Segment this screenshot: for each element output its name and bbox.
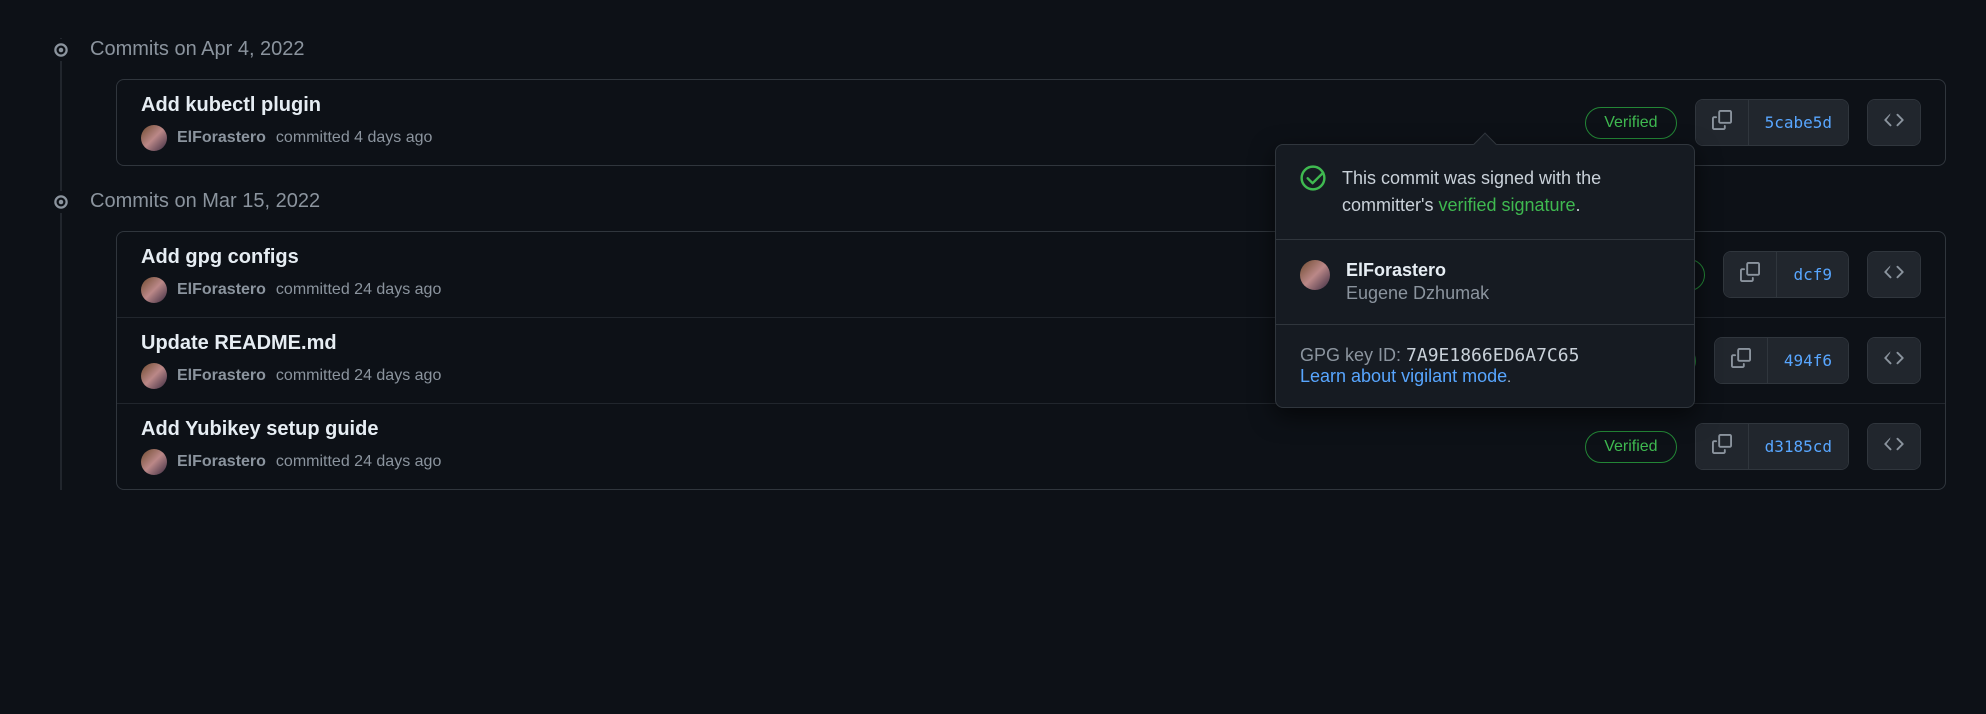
signer-fullname: Eugene Dzhumak [1346, 283, 1489, 304]
commit-time: committed 24 days ago [276, 367, 441, 385]
date-header-text: Commits on Mar 15, 2022 [90, 190, 320, 213]
commit-timeline: Commits on Apr 4, 2022 Add kubectl plugi… [40, 38, 1946, 490]
avatar[interactable] [1300, 260, 1330, 290]
commit-date-header: Commits on Apr 4, 2022 [40, 38, 1946, 61]
commit-row: Add Yubikey setup guide ElForastero comm… [117, 404, 1945, 489]
popover-signer-section: ElForastero Eugene Dzhumak [1276, 240, 1694, 325]
verified-badge[interactable]: Verified [1585, 431, 1676, 463]
commit-byline: ElForastero committed 24 days ago [141, 277, 441, 303]
avatar[interactable] [141, 449, 167, 475]
browse-button-group [1867, 99, 1921, 146]
timeline-line [60, 38, 62, 490]
verified-signature-link[interactable]: verified signature [1438, 195, 1575, 215]
code-icon [1884, 434, 1904, 459]
verified-popover: This commit was signed with the committe… [1275, 144, 1695, 408]
commit-title-link[interactable]: Update README.md [141, 332, 441, 355]
commit-title-link[interactable]: Add Yubikey setup guide [141, 418, 441, 441]
commit-sha-link[interactable]: dcf9 [1776, 252, 1848, 297]
commit-time: committed 4 days ago [276, 129, 433, 147]
code-icon [1884, 110, 1904, 135]
copy-sha-button[interactable] [1715, 338, 1767, 383]
avatar[interactable] [141, 125, 167, 151]
commit-byline: ElForastero committed 24 days ago [141, 363, 441, 389]
avatar[interactable] [141, 277, 167, 303]
commit-sha-link[interactable]: 5cabe5d [1748, 100, 1848, 145]
code-icon [1884, 348, 1904, 373]
commit-title-link[interactable]: Add kubectl plugin [141, 94, 432, 117]
code-icon [1884, 262, 1904, 287]
commit-time: committed 24 days ago [276, 453, 441, 471]
vigilant-mode-link[interactable]: Learn about vigilant mode [1300, 366, 1507, 386]
sha-button-group: 5cabe5d [1695, 99, 1849, 146]
author-link[interactable]: ElForastero [177, 129, 266, 147]
commit-sha-link[interactable]: 494f6 [1767, 338, 1848, 383]
copy-sha-button[interactable] [1696, 424, 1748, 469]
gpg-line: GPG key ID: 7A9E1866ED6A7C65 [1300, 345, 1670, 366]
commit-byline: ElForastero committed 4 days ago [141, 125, 432, 151]
avatar[interactable] [141, 363, 167, 389]
commit-info: Add gpg configs ElForastero committed 24… [141, 246, 441, 303]
commit-byline: ElForastero committed 24 days ago [141, 449, 441, 475]
signer-login: ElForastero [1346, 260, 1489, 281]
browse-button-group [1867, 337, 1921, 384]
author-link[interactable]: ElForastero [177, 453, 266, 471]
popover-period: . [1576, 195, 1581, 215]
commit-dot-icon [50, 39, 72, 61]
author-link[interactable]: ElForastero [177, 367, 266, 385]
commit-sha-link[interactable]: d3185cd [1748, 424, 1848, 469]
commit-actions: Verified 5cabe5d [1585, 99, 1921, 146]
sha-button-group: d3185cd [1695, 423, 1849, 470]
commit-group: Add kubectl plugin ElForastero committed… [116, 79, 1946, 166]
commit-dot-icon [50, 191, 72, 213]
copy-sha-button[interactable] [1696, 100, 1748, 145]
signer-info: ElForastero Eugene Dzhumak [1346, 260, 1489, 304]
author-link[interactable]: ElForastero [177, 281, 266, 299]
sha-button-group: 494f6 [1714, 337, 1849, 384]
commit-info: Update README.md ElForastero committed 2… [141, 332, 441, 389]
vigilant-period: . [1507, 369, 1511, 385]
browse-repo-button[interactable] [1868, 100, 1920, 145]
copy-icon [1712, 434, 1732, 459]
sha-button-group: dcf9 [1723, 251, 1849, 298]
popover-message: This commit was signed with the committe… [1342, 165, 1670, 219]
gpg-label: GPG key ID: [1300, 345, 1406, 365]
copy-icon [1731, 348, 1751, 373]
copy-icon [1740, 262, 1760, 287]
browse-repo-button[interactable] [1868, 338, 1920, 383]
commit-info: Add Yubikey setup guide ElForastero comm… [141, 418, 441, 475]
browse-button-group [1867, 423, 1921, 470]
browse-button-group [1867, 251, 1921, 298]
popover-gpg-section: GPG key ID: 7A9E1866ED6A7C65 Learn about… [1276, 325, 1694, 407]
commit-time: committed 24 days ago [276, 281, 441, 299]
verified-check-icon [1300, 165, 1326, 191]
copy-sha-button[interactable] [1724, 252, 1776, 297]
commit-info: Add kubectl plugin ElForastero committed… [141, 94, 432, 151]
copy-icon [1712, 110, 1732, 135]
commit-row: Add kubectl plugin ElForastero committed… [117, 80, 1945, 165]
popover-message-section: This commit was signed with the committe… [1276, 145, 1694, 240]
date-header-text: Commits on Apr 4, 2022 [90, 38, 305, 61]
verified-badge[interactable]: Verified [1585, 107, 1676, 139]
vigilant-line: Learn about vigilant mode. [1300, 366, 1670, 387]
browse-repo-button[interactable] [1868, 424, 1920, 469]
browse-repo-button[interactable] [1868, 252, 1920, 297]
gpg-key-id: 7A9E1866ED6A7C65 [1406, 345, 1579, 366]
commit-actions: Verified d3185cd [1585, 423, 1921, 470]
commit-title-link[interactable]: Add gpg configs [141, 246, 441, 269]
